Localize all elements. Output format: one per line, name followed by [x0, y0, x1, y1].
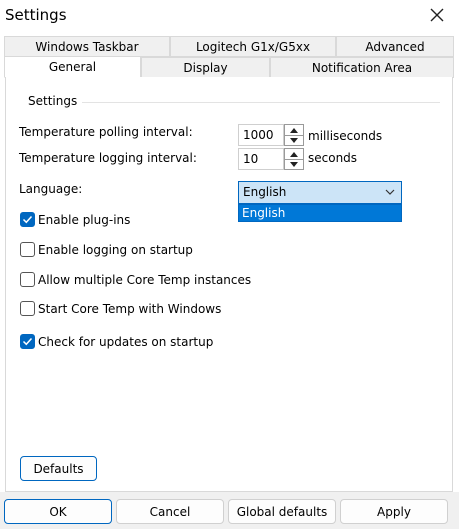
polling-input[interactable]: 1000 [238, 124, 284, 146]
checkmark-icon [22, 337, 33, 346]
language-select[interactable]: English [238, 181, 402, 204]
close-icon[interactable] [426, 4, 448, 26]
checkbox-multiple-instances[interactable] [20, 272, 35, 287]
apply-button[interactable]: Apply [340, 499, 448, 524]
checkbox-label[interactable]: Enable plug-ins [38, 213, 130, 227]
global-defaults-button[interactable]: Global defaults [228, 499, 336, 524]
tab-general[interactable]: General [4, 56, 141, 78]
window-title: Settings [5, 6, 67, 24]
logging-label: Temperature logging interval: [19, 151, 197, 165]
checkbox-enable-plugins[interactable] [20, 212, 35, 227]
checkbox-enable-logging[interactable] [20, 242, 35, 257]
polling-spinner[interactable] [284, 124, 304, 146]
tab-logitech[interactable]: Logitech G1x/G5xx [170, 36, 336, 57]
ok-button[interactable]: OK [4, 499, 112, 524]
cancel-button[interactable]: Cancel [116, 499, 224, 524]
chevron-down-icon [385, 189, 395, 195]
tab-windows-taskbar[interactable]: Windows Taskbar [4, 36, 170, 57]
spin-down-icon[interactable] [285, 159, 303, 169]
language-option[interactable]: English [242, 206, 285, 220]
tab-label: General [48, 60, 97, 74]
checkbox-label[interactable]: Allow multiple Core Temp instances [38, 273, 251, 287]
tab-label: Logitech G1x/G5xx [195, 39, 311, 54]
tab-advanced[interactable]: Advanced [336, 36, 454, 57]
group-title: Settings [26, 94, 80, 108]
group-divider [82, 102, 440, 103]
checkbox-label[interactable]: Start Core Temp with Windows [38, 302, 221, 316]
spin-down-icon[interactable] [285, 135, 303, 145]
tab-display[interactable]: Display [141, 57, 270, 78]
checkbox-check-updates[interactable] [20, 334, 35, 349]
polling-unit: milliseconds [308, 129, 383, 143]
language-label: Language: [19, 182, 83, 196]
language-selected: English [243, 185, 287, 199]
tab-label: Windows Taskbar [35, 39, 139, 54]
logging-spinner[interactable] [284, 148, 304, 170]
logging-unit: seconds [308, 151, 358, 165]
polling-label: Temperature polling interval: [19, 125, 193, 139]
logging-input[interactable]: 10 [238, 148, 284, 170]
checkmark-icon [22, 215, 33, 224]
tab-label: Display [183, 60, 228, 75]
language-dropdown[interactable]: English [238, 204, 402, 222]
tab-label: Notification Area [311, 60, 413, 75]
checkbox-start-with-windows[interactable] [20, 301, 35, 316]
checkbox-label[interactable]: Enable logging on startup [38, 243, 193, 257]
tab-label: Advanced [365, 39, 425, 54]
checkbox-label[interactable]: Check for updates on startup [38, 335, 213, 349]
defaults-button[interactable]: Defaults [20, 456, 97, 481]
title-bar [0, 0, 459, 32]
tab-notification-area[interactable]: Notification Area [270, 57, 454, 78]
